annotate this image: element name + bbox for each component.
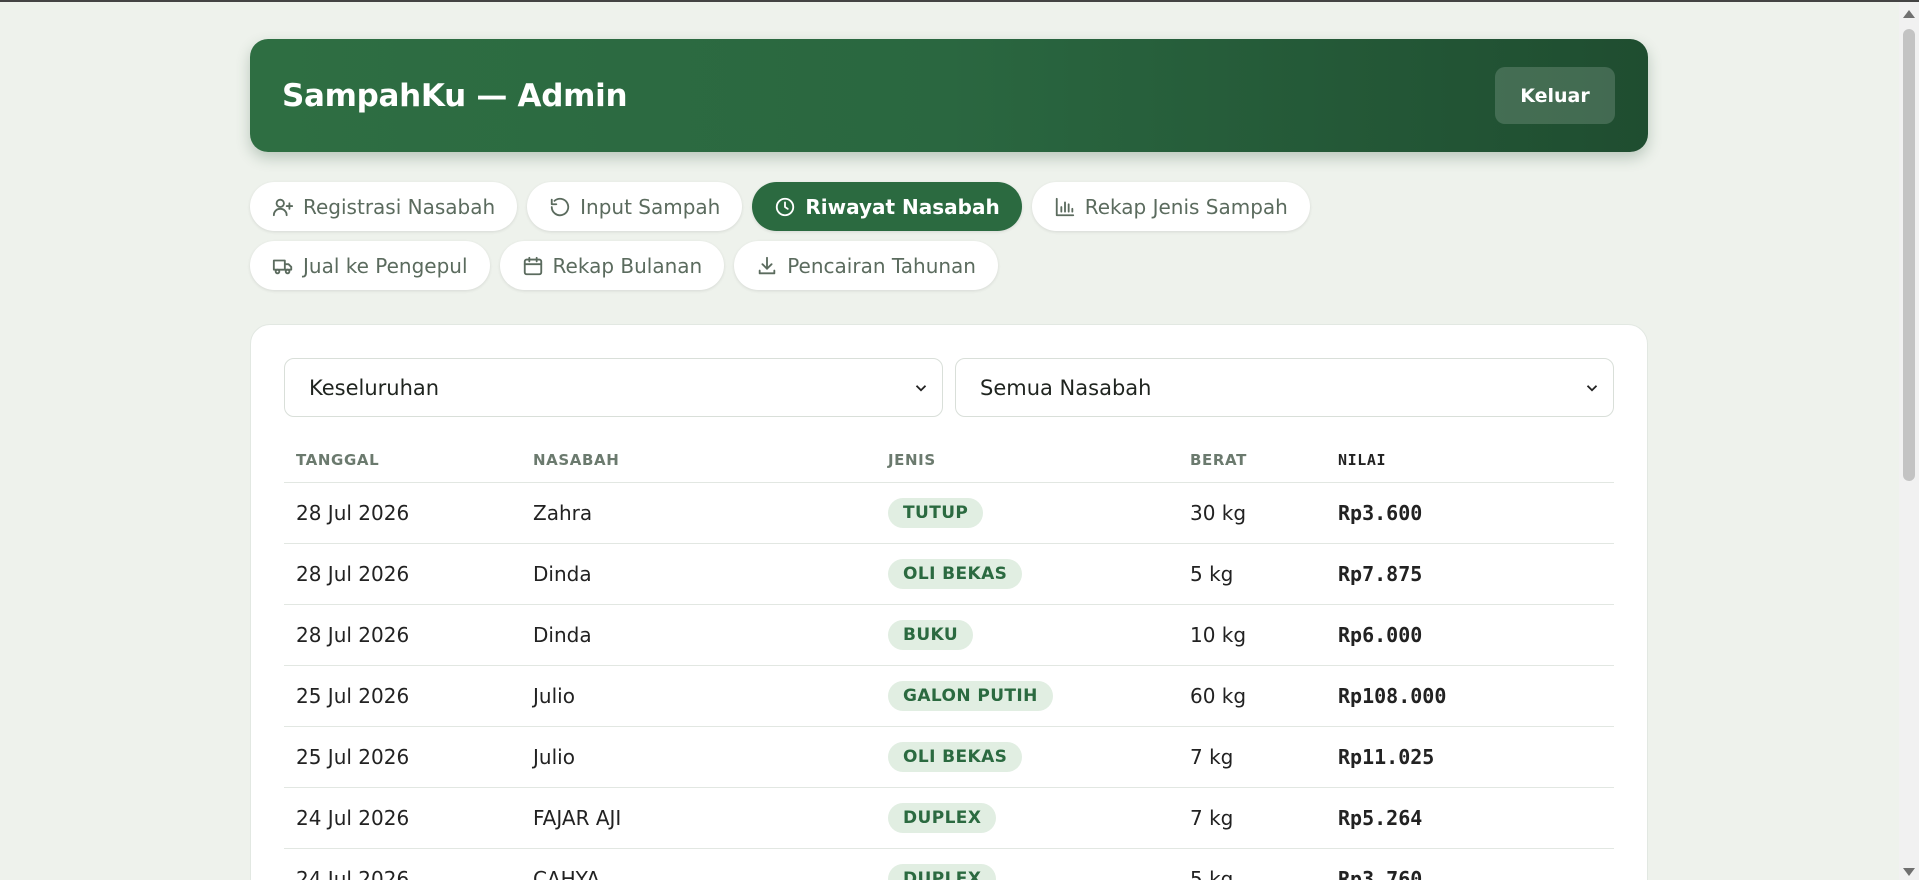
history-card: Keseluruhan Semua Nasabah TANGGAL NASABA… xyxy=(250,324,1648,880)
download-icon xyxy=(758,256,776,274)
tab-label: Pencairan Tahunan xyxy=(787,253,976,278)
history-table: TANGGAL NASABAH JENIS BERAT NILAI 28 Jul… xyxy=(284,439,1614,880)
cell-customer: Zahra xyxy=(521,482,876,544)
customer-select[interactable]: Semua Nasabah xyxy=(955,358,1614,417)
cell-weight: 10 kg xyxy=(1178,604,1326,666)
cell-type: GALON PUTIH xyxy=(876,665,1178,727)
cell-weight: 5 kg xyxy=(1178,848,1326,880)
cell-weight: 7 kg xyxy=(1178,726,1326,788)
cell-customer: CAHYA xyxy=(521,848,876,880)
cell-value: Rp7.875 xyxy=(1326,543,1614,605)
tab-label: Riwayat Nasabah xyxy=(805,194,1000,219)
column-header-type[interactable]: JENIS xyxy=(876,439,1178,483)
table-row[interactable]: 24 Jul 2026 FAJAR AJI DUPLEX 7 kg Rp5.26… xyxy=(284,787,1614,849)
cell-type: DUPLEX xyxy=(876,787,1178,849)
app-header: SampahKu — Admin Keluar xyxy=(250,39,1648,152)
cell-value: Rp11.025 xyxy=(1326,726,1614,788)
scroll-up-arrow-icon[interactable] xyxy=(1903,10,1915,18)
chevron-down-icon xyxy=(915,384,927,392)
tab-label: Rekap Jenis Sampah xyxy=(1084,194,1288,219)
calendar-icon xyxy=(523,256,542,275)
tab-label: Registrasi Nasabah xyxy=(303,194,496,219)
cell-date: 25 Jul 2026 xyxy=(284,726,521,788)
nav-tabs: Registrasi Nasabah Input Sampah Riwayat … xyxy=(250,182,1550,290)
column-header-weight[interactable]: BERAT xyxy=(1178,439,1326,483)
cell-weight: 60 kg xyxy=(1178,665,1326,727)
period-select-value: Keseluruhan xyxy=(309,375,440,400)
page: SampahKu — Admin Keluar Registrasi Nasab… xyxy=(250,39,1648,880)
cell-value: Rp6.000 xyxy=(1326,604,1614,666)
cell-weight: 5 kg xyxy=(1178,543,1326,605)
cell-type: OLI BEKAS xyxy=(876,726,1178,788)
table-row[interactable]: 25 Jul 2026 Julio OLI BEKAS 7 kg Rp11.02… xyxy=(284,726,1614,788)
cell-customer: Dinda xyxy=(521,543,876,605)
type-badge: BUKU xyxy=(888,619,974,650)
table-row[interactable]: 25 Jul 2026 Julio GALON PUTIH 60 kg Rp10… xyxy=(284,665,1614,727)
column-header-customer[interactable]: NASABAH xyxy=(521,439,876,483)
user-plus-icon xyxy=(272,198,294,216)
type-badge: OLI BEKAS xyxy=(888,741,1023,772)
cell-date: 28 Jul 2026 xyxy=(284,543,521,605)
cell-value: Rp3.760 xyxy=(1326,848,1614,880)
tab-input-sampah[interactable]: Input Sampah xyxy=(527,182,743,231)
column-header-date[interactable]: TANGGAL xyxy=(284,439,521,483)
cell-value: Rp3.600 xyxy=(1326,482,1614,544)
customer-select-value: Semua Nasabah xyxy=(980,375,1152,400)
page-title: SampahKu — Admin xyxy=(282,77,628,114)
table-row[interactable]: 28 Jul 2026 Dinda OLI BEKAS 5 kg Rp7.875 xyxy=(284,543,1614,605)
cell-weight: 30 kg xyxy=(1178,482,1326,544)
cell-customer: Dinda xyxy=(521,604,876,666)
type-badge: DUPLEX xyxy=(888,802,997,833)
scroll-down-arrow-icon[interactable] xyxy=(1903,868,1915,876)
clock-icon xyxy=(776,197,795,216)
refresh-icon xyxy=(550,197,570,216)
cell-date: 24 Jul 2026 xyxy=(284,787,521,849)
scrollbar-thumb[interactable] xyxy=(1903,29,1915,481)
table-row[interactable]: 28 Jul 2026 Dinda BUKU 10 kg Rp6.000 xyxy=(284,604,1614,666)
cell-customer: FAJAR AJI xyxy=(521,787,876,849)
type-badge: OLI BEKAS xyxy=(888,558,1023,589)
tab-rekap-jenis-sampah[interactable]: Rekap Jenis Sampah xyxy=(1031,182,1310,231)
tab-rekap-bulanan[interactable]: Rekap Bulanan xyxy=(499,241,725,290)
cell-value: Rp108.000 xyxy=(1326,665,1614,727)
chevron-down-icon xyxy=(1586,384,1598,392)
tab-riwayat-nasabah[interactable]: Riwayat Nasabah xyxy=(752,182,1022,231)
tab-label: Input Sampah xyxy=(580,194,721,219)
bar-chart-icon xyxy=(1055,197,1074,216)
cell-date: 28 Jul 2026 xyxy=(284,604,521,666)
cell-customer: Julio xyxy=(521,665,876,727)
filters: Keseluruhan Semua Nasabah xyxy=(284,358,1614,417)
truck-icon xyxy=(272,259,293,274)
cell-type: DUPLEX xyxy=(876,848,1178,880)
cell-type: OLI BEKAS xyxy=(876,543,1178,605)
column-header-value[interactable]: NILAI xyxy=(1326,439,1614,483)
table-row[interactable]: 28 Jul 2026 Zahra TUTUP 30 kg Rp3.600 xyxy=(284,482,1614,544)
cell-date: 24 Jul 2026 xyxy=(284,848,521,880)
type-badge: TUTUP xyxy=(888,497,984,528)
cell-type: BUKU xyxy=(876,604,1178,666)
cell-type: TUTUP xyxy=(876,482,1178,544)
tab-label: Jual ke Pengepul xyxy=(303,253,468,278)
table-row[interactable]: 24 Jul 2026 CAHYA DUPLEX 5 kg Rp3.760 xyxy=(284,848,1614,880)
cell-date: 28 Jul 2026 xyxy=(284,482,521,544)
tab-registrasi-nasabah[interactable]: Registrasi Nasabah xyxy=(250,182,518,231)
table-header-row: TANGGAL NASABAH JENIS BERAT NILAI xyxy=(284,439,1614,483)
type-badge: DUPLEX xyxy=(888,863,997,880)
page-scrollbar[interactable] xyxy=(1899,2,1919,880)
tab-label: Rekap Bulanan xyxy=(552,253,703,278)
cell-customer: Julio xyxy=(521,726,876,788)
cell-weight: 7 kg xyxy=(1178,787,1326,849)
cell-value: Rp5.264 xyxy=(1326,787,1614,849)
tab-jual-ke-pengepul[interactable]: Jual ke Pengepul xyxy=(250,241,490,290)
period-select[interactable]: Keseluruhan xyxy=(284,358,943,417)
type-badge: GALON PUTIH xyxy=(888,680,1053,711)
cell-date: 25 Jul 2026 xyxy=(284,665,521,727)
logout-button[interactable]: Keluar xyxy=(1495,67,1615,124)
tab-pencairan-tahunan[interactable]: Pencairan Tahunan xyxy=(734,241,998,290)
